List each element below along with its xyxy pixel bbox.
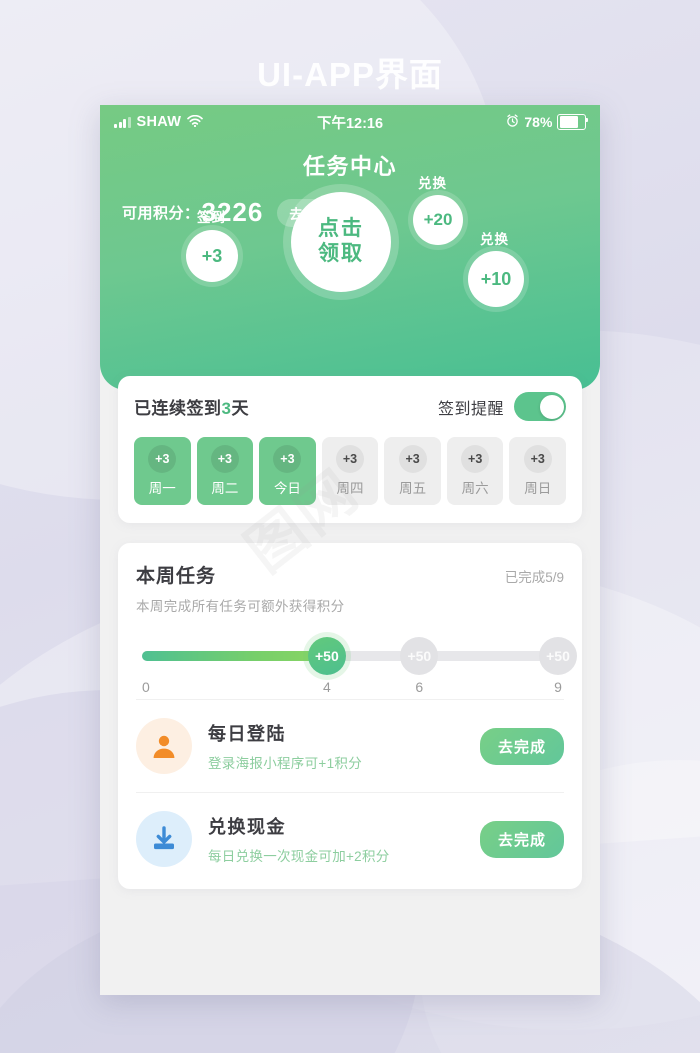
alarm-clock-icon xyxy=(506,114,519,130)
bubble-signin[interactable]: +3 xyxy=(186,230,238,282)
points-label: 可用积分： xyxy=(122,205,200,222)
progress-node-2[interactable]: +50 xyxy=(400,637,439,675)
checkin-day-1[interactable]: +3 周一 xyxy=(134,437,191,505)
weekly-progress: +50 +50 +50 0 4 6 9 xyxy=(142,637,577,695)
day-label: 周六 xyxy=(461,481,489,496)
reminder-label: 签到提醒 xyxy=(437,400,504,418)
checkin-card: 已连续签到3天 签到提醒 +3 周一 +3 周二 +3 今日 +3 周四 +3 周五 +3 周六 +3 周… xyxy=(118,376,582,523)
app-header: SHAW 下午12:16 78% 任务中心 可用积分： 3226 签到 +3 兑… xyxy=(100,105,600,390)
claim-reward-button[interactable]: 点击 领取 xyxy=(291,192,391,292)
day-points: +3 xyxy=(336,445,365,473)
day-points: +3 xyxy=(461,445,490,473)
bubble-exchange-20[interactable]: +20 xyxy=(413,195,463,245)
streak-prefix: 已连续签到 xyxy=(134,399,222,418)
battery-icon xyxy=(557,113,588,131)
weekly-task-card: 本周任务 已完成5/9 本周完成所有任务可额外获得积分 +50 +50 +50 0 4 6… xyxy=(118,543,582,889)
status-bar: SHAW 下午12:16 78% xyxy=(100,105,600,139)
download-icon xyxy=(136,811,192,867)
task-list: 每日登陆 登录海报小程序可+1积分 去完成 兑换现金 每日兑换一次现金可加+2积分 去完成 xyxy=(136,699,564,885)
day-label: 周二 xyxy=(211,481,239,496)
bubble-caption-exchange-10: 兑换 xyxy=(480,232,509,247)
weekly-completed-count: 已完成5/9 xyxy=(504,570,564,585)
task-action-button[interactable]: 去完成 xyxy=(479,727,564,765)
day-label: 周五 xyxy=(399,481,427,496)
checkin-day-7[interactable]: +3 周日 xyxy=(509,437,567,505)
task-text: 兑换现金每日兑换一次现金可加+2积分 xyxy=(208,813,480,865)
progress-node-1[interactable]: +50 xyxy=(307,637,346,675)
day-label: 今日 xyxy=(273,481,301,496)
day-label: 周日 xyxy=(524,481,552,496)
battery-percent-label: 78% xyxy=(524,114,553,130)
claim-button-line2: 领取 xyxy=(318,242,364,265)
task-title: 兑换现金 xyxy=(208,817,286,837)
page-title: UI-APP界面 xyxy=(257,56,443,93)
checkin-day-5[interactable]: +3 周五 xyxy=(384,437,441,505)
task-row: 兑换现金 每日兑换一次现金可加+2积分 去完成 xyxy=(136,792,564,885)
content-area: 已连续签到3天 签到提醒 +3 周一 +3 周二 +3 今日 +3 周四 +3 周五 +3 周六 +3 周… xyxy=(100,376,600,889)
task-subtitle: 每日兑换一次现金可加+2积分 xyxy=(208,849,390,864)
progress-fill xyxy=(142,651,334,661)
reminder-setting: 签到提醒 xyxy=(438,392,566,421)
day-points: +3 xyxy=(210,445,239,473)
person-icon xyxy=(136,718,192,774)
day-points: +3 xyxy=(148,445,177,473)
weekly-subtitle: 本周完成所有任务可额外获得积分 xyxy=(136,599,345,614)
streak-suffix: 天 xyxy=(231,399,249,418)
bubble-caption-signin: 签到 xyxy=(197,210,226,225)
task-text: 每日登陆登录海报小程序可+1积分 xyxy=(208,720,480,772)
progress-node-3[interactable]: +50 xyxy=(539,637,577,675)
checkin-days-row: +3 周一 +3 周二 +3 今日 +3 周四 +3 周五 +3 周六 +3 周日 xyxy=(134,437,567,505)
toggle-knob xyxy=(539,394,564,419)
day-label: 周一 xyxy=(148,481,176,496)
phone-mockup: SHAW 下午12:16 78% 任务中心 可用积分： 3226 签到 +3 兑… xyxy=(100,105,600,995)
bubble-exchange-10[interactable]: +10 xyxy=(468,251,524,307)
claim-button-line1: 点击 xyxy=(318,217,364,241)
progress-tick: 4 xyxy=(322,679,331,695)
checkin-day-4[interactable]: +3 周四 xyxy=(321,437,379,505)
day-points: +3 xyxy=(398,445,427,473)
day-label: 周四 xyxy=(336,481,364,496)
bubble-caption-exchange-20: 兑换 xyxy=(418,176,447,191)
streak-days: 3 xyxy=(221,399,232,418)
day-points: +3 xyxy=(523,445,552,473)
task-title: 每日登陆 xyxy=(208,724,286,744)
status-bar-left: SHAW xyxy=(114,114,204,131)
progress-tick: 6 xyxy=(415,679,424,695)
task-row: 每日登陆 登录海报小程序可+1积分 去完成 xyxy=(136,699,564,792)
reward-bubbles: 签到 +3 兑换 +20 兑换 +10 点击 领取 xyxy=(100,176,600,350)
checkin-day-3[interactable]: +3 今日 xyxy=(259,437,316,505)
progress-tick: 9 xyxy=(554,679,562,695)
task-action-button[interactable]: 去完成 xyxy=(479,820,564,858)
signal-bars-icon xyxy=(114,116,131,128)
checkin-header: 已连续签到3天 签到提醒 xyxy=(134,392,566,421)
task-subtitle: 登录海报小程序可+1积分 xyxy=(208,756,362,771)
day-points: +3 xyxy=(273,445,302,473)
carrier-label: SHAW xyxy=(136,114,182,130)
weekly-title: 本周任务 xyxy=(136,566,217,587)
streak-text: 已连续签到3天 xyxy=(134,394,249,419)
checkin-day-2[interactable]: +3 周二 xyxy=(196,437,254,505)
wifi-icon xyxy=(187,114,204,131)
header-title: 任务中心 xyxy=(302,154,397,179)
weekly-header: 本周任务 已完成5/9 xyxy=(136,561,564,588)
reminder-toggle[interactable] xyxy=(514,392,566,421)
status-bar-right: 78% xyxy=(506,113,588,131)
progress-tick: 0 xyxy=(142,679,150,695)
checkin-day-6[interactable]: +3 周六 xyxy=(446,437,504,505)
